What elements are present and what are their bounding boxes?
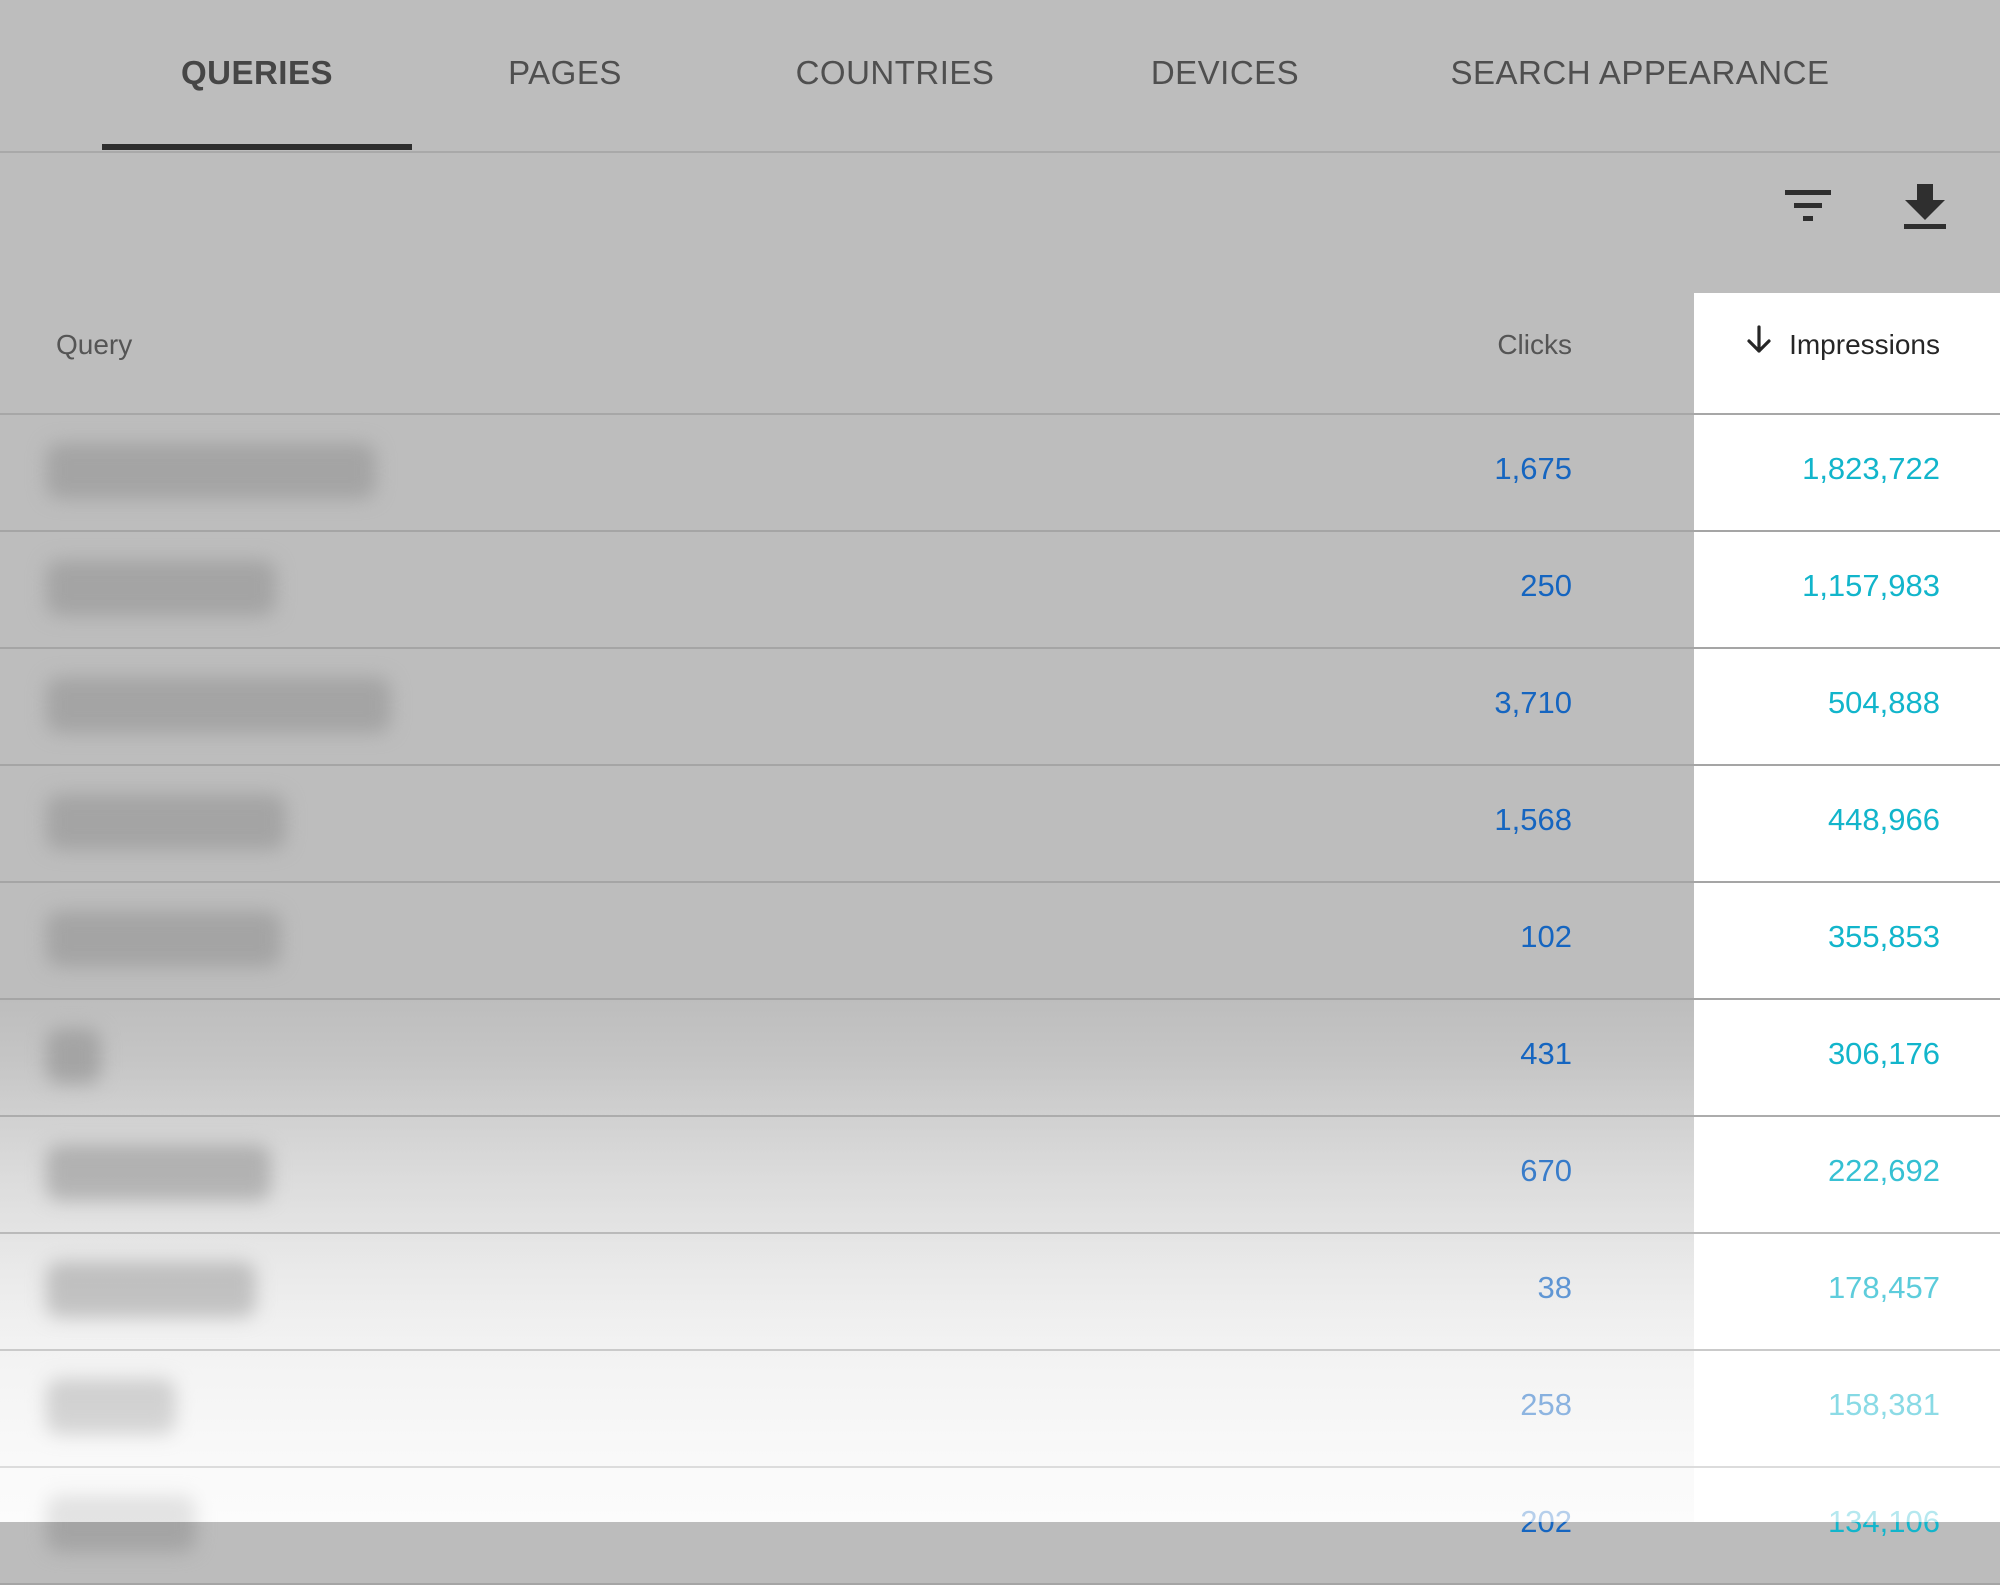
clicks-cell: 102 [1520, 919, 1572, 954]
clicks-cell: 431 [1520, 1036, 1572, 1071]
header-impressions-label: Impressions [1789, 329, 1940, 360]
tab-search-appearance[interactable]: SEARCH APPEARANCE [1440, 0, 1840, 151]
table-row[interactable]: 3,710 504,888 [0, 649, 2000, 766]
download-icon[interactable] [1895, 176, 1955, 236]
table-row[interactable]: 1,675 1,823,722 [0, 415, 2000, 532]
tab-pages[interactable]: PAGES [470, 0, 660, 151]
impressions-cell: 355,853 [1827, 919, 1940, 954]
impressions-cell: 158,381 [1827, 1387, 1940, 1422]
filter-icon[interactable] [1778, 176, 1838, 236]
query-cell-redacted [46, 1145, 271, 1201]
tab-countries[interactable]: COUNTRIES [770, 0, 1020, 151]
impressions-cell: 1,823,722 [1802, 451, 1940, 486]
clicks-cell: 1,568 [1494, 802, 1572, 837]
clicks-cell: 38 [1537, 1270, 1572, 1305]
table-row[interactable]: 258 158,381 [0, 1351, 2000, 1468]
table-row[interactable]: 670 222,692 [0, 1117, 2000, 1234]
impressions-cell: 306,176 [1827, 1036, 1940, 1071]
impressions-cell: 134,106 [1827, 1504, 1940, 1539]
query-cell-redacted [46, 794, 286, 850]
clicks-cell: 202 [1520, 1504, 1572, 1539]
dimension-tabs: QUERIES PAGES COUNTRIES DEVICES SEARCH A… [0, 0, 2000, 153]
impressions-cell: 178,457 [1827, 1270, 1940, 1305]
table-row[interactable]: 38 178,457 [0, 1234, 2000, 1351]
table-header: Query Clicks Impressions [0, 293, 2000, 415]
performance-report: QUERIES PAGES COUNTRIES DEVICES SEARCH A… [0, 0, 2000, 1585]
tab-devices[interactable]: DEVICES [1125, 0, 1325, 151]
query-cell-redacted [46, 677, 391, 733]
arrow-down-icon [1747, 325, 1771, 353]
clicks-cell: 3,710 [1494, 685, 1572, 720]
query-cell-redacted [46, 1028, 101, 1084]
clicks-cell: 1,675 [1494, 451, 1572, 486]
header-query[interactable]: Query [56, 293, 132, 413]
clicks-cell: 250 [1520, 568, 1572, 603]
query-cell-redacted [46, 1262, 256, 1318]
active-tab-indicator [102, 144, 412, 150]
table-row[interactable]: 1,568 448,966 [0, 766, 2000, 883]
clicks-cell: 258 [1520, 1387, 1572, 1422]
impressions-cell: 504,888 [1827, 685, 1940, 720]
clicks-cell: 670 [1520, 1153, 1572, 1188]
header-impressions[interactable]: Impressions [1741, 293, 1940, 413]
impressions-cell: 448,966 [1827, 802, 1940, 837]
impressions-cell: 222,692 [1827, 1153, 1940, 1188]
table-row[interactable]: 102 355,853 [0, 883, 2000, 1000]
table-row[interactable]: 431 306,176 [0, 1000, 2000, 1117]
table-body: 1,675 1,823,722 250 1,157,983 3,710 504,888 1,… [0, 415, 2000, 1585]
query-cell-redacted [46, 911, 281, 967]
tab-queries[interactable]: QUERIES [102, 0, 412, 151]
header-clicks[interactable]: Clicks [1497, 293, 1572, 413]
query-cell-redacted [46, 1379, 176, 1435]
query-cell-redacted [46, 560, 276, 616]
table-row[interactable]: 250 1,157,983 [0, 532, 2000, 649]
query-cell-redacted [46, 1496, 196, 1552]
query-cell-redacted [46, 443, 376, 499]
impressions-cell: 1,157,983 [1802, 568, 1940, 603]
table-row[interactable]: 202 134,106 [0, 1468, 2000, 1585]
